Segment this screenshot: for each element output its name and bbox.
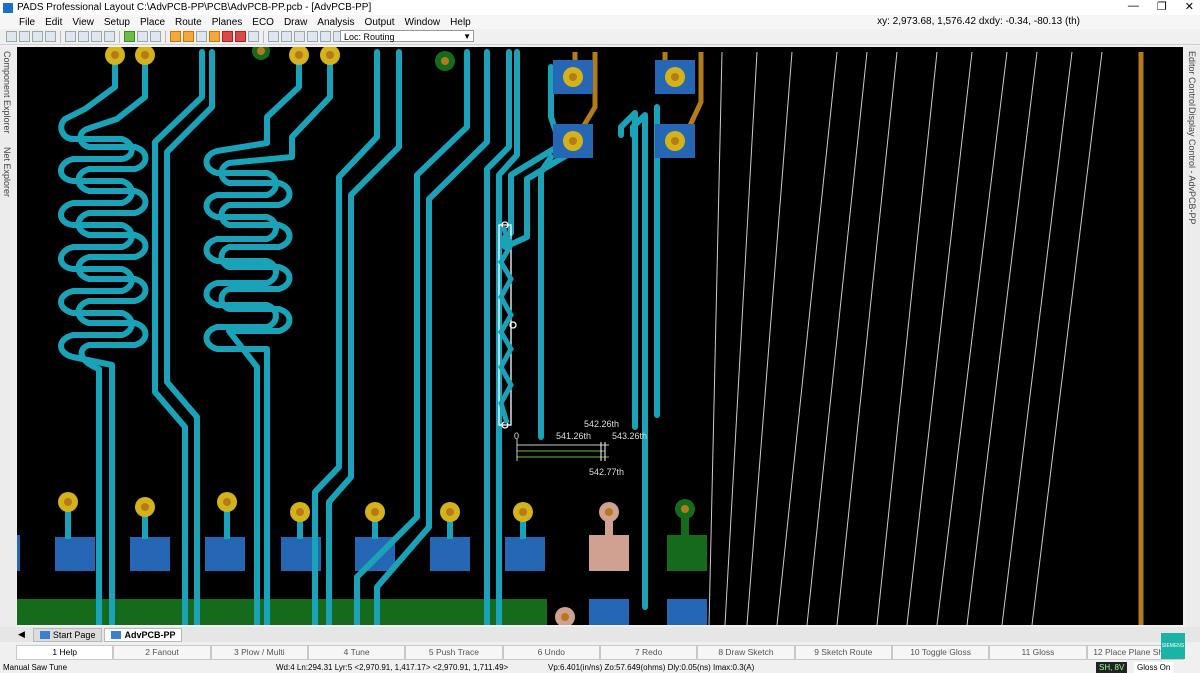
app-icon [3, 2, 13, 13]
print-icon[interactable] [19, 31, 30, 42]
display-control-tab[interactable]: Display Control - AdvPCB-PP [1187, 107, 1197, 225]
menu-eco[interactable]: ECO [247, 17, 279, 28]
zoom-fit-icon[interactable] [294, 31, 305, 42]
menu-file[interactable]: File [14, 17, 40, 28]
toolbar-separator [263, 30, 264, 43]
trace-icon[interactable] [150, 31, 161, 42]
warning-icon[interactable] [209, 31, 220, 42]
fkey-11[interactable]: 11 Gloss [989, 645, 1087, 660]
pcb-canvas[interactable]: 542.26th 541.26th 543.26th 542.77th 0 [17, 47, 1183, 625]
measure-origin: 0 [514, 431, 519, 441]
status-bar: Manual Saw Tune Wd:4 Ln:294.31 Lyr:5 <2,… [0, 662, 1200, 673]
menu-route[interactable]: Route [170, 17, 207, 28]
layer-select[interactable]: Loc: Routing ▼ [340, 30, 474, 42]
chevron-down-icon: ▼ [463, 32, 471, 41]
menu-planes[interactable]: Planes [207, 17, 248, 28]
toolbar-separator [165, 30, 166, 43]
fix-icon[interactable] [235, 31, 246, 42]
toolbar-separator [60, 30, 61, 43]
title-bar: PADS Professional Layout C:\AdvPCB-PP\PC… [0, 0, 1200, 15]
toolbar-separator [119, 30, 120, 43]
measure-icon[interactable] [307, 31, 318, 42]
restore-button[interactable]: ❐ [1157, 0, 1167, 13]
save-icon[interactable] [6, 31, 17, 42]
left-dock: Component Explorer Net Explorer [0, 47, 16, 627]
menu-bar: File Edit View Setup Place Route Planes … [0, 15, 1200, 29]
undo-icon[interactable] [32, 31, 43, 42]
top-pins [105, 47, 455, 71]
status-electrical: Vp:6.401(in/ns) Zo:57.649(ohms) Dly:0.05… [548, 663, 755, 672]
tab-label: Start Page [52, 629, 96, 640]
tab-label: AdvPCB-PP [124, 629, 176, 640]
toolbar: Loc: Routing ▼ [0, 29, 1200, 45]
menu-edit[interactable]: Edit [40, 17, 67, 28]
measure-label-2: 541.26th [556, 431, 591, 441]
hazard-icon[interactable] [248, 31, 259, 42]
filter-icon[interactable] [320, 31, 331, 42]
menu-window[interactable]: Window [400, 17, 446, 28]
fkey-9[interactable]: 9 Sketch Route [794, 645, 892, 660]
net-explorer-tab[interactable]: Net Explorer [2, 147, 12, 197]
measure-label-4: 542.77th [589, 467, 624, 477]
layer-select-value: Loc: Routing [344, 32, 395, 42]
gloss-icon[interactable] [170, 31, 181, 42]
place-icon[interactable] [78, 31, 89, 42]
fkey-6[interactable]: 6 Undo [502, 645, 600, 660]
menu-setup[interactable]: Setup [99, 17, 135, 28]
fkey-4[interactable]: 4 Tune [307, 645, 406, 660]
tab-start-page[interactable]: Start Page [32, 627, 103, 642]
close-button[interactable]: ✕ [1185, 0, 1194, 13]
minimize-button[interactable]: — [1128, 0, 1139, 13]
menu-view[interactable]: View [67, 17, 99, 28]
menu-help[interactable]: Help [445, 17, 476, 28]
document-tabs: ◀ Start Page AdvPCB-PP [0, 627, 1200, 642]
fkey-5[interactable]: 5 Push Trace [405, 645, 503, 660]
redo-icon[interactable] [45, 31, 56, 42]
siemens-logo: SIEMENS [1161, 633, 1185, 659]
tab-scroll-left-icon[interactable]: ◀ [18, 629, 25, 640]
editor-control-tab[interactable]: Editor Control [1187, 51, 1197, 106]
measure-label-1: 542.26th [584, 419, 619, 429]
status-mode: Manual Saw Tune [3, 663, 68, 672]
plow-icon[interactable] [196, 31, 207, 42]
menu-analysis[interactable]: Analysis [312, 17, 359, 28]
right-dock: Editor Control Display Control - AdvPCB-… [1186, 47, 1200, 627]
window-title: PADS Professional Layout C:\AdvPCB-PP\PC… [17, 2, 372, 13]
status-gloss[interactable]: Gloss On [1134, 662, 1174, 673]
zoom-out-icon[interactable] [281, 31, 292, 42]
status-units: SH, 8V [1096, 662, 1128, 673]
function-key-bar: 1 Help 2 Fanout 3 Plow / Multi 4 Tune 5 … [16, 645, 1184, 660]
fkey-8[interactable]: 8 Draw Sketch [697, 645, 795, 660]
tab-advpcb-pp[interactable]: AdvPCB-PP [104, 627, 183, 642]
fanout-icon[interactable] [104, 31, 115, 42]
menu-output[interactable]: Output [360, 17, 400, 28]
measurement-overlay [516, 439, 609, 461]
component-pads [553, 60, 695, 158]
unrouted-lines [708, 51, 1103, 625]
fkey-2[interactable]: 2 Fanout [113, 645, 211, 660]
select-icon[interactable] [65, 31, 76, 42]
route-icon[interactable] [91, 31, 102, 42]
menu-place[interactable]: Place [135, 17, 170, 28]
layer-icon[interactable] [137, 31, 148, 42]
start-page-icon [39, 630, 50, 639]
component-explorer-tab[interactable]: Component Explorer [2, 51, 12, 134]
fkey-7[interactable]: 7 Redo [599, 645, 698, 660]
drc-icon[interactable] [222, 31, 233, 42]
fkey-10[interactable]: 10 Toggle Gloss [891, 645, 990, 660]
grid-icon[interactable] [124, 31, 135, 42]
tune-icon[interactable] [183, 31, 194, 42]
menu-draw[interactable]: Draw [279, 17, 312, 28]
pcb-doc-icon [111, 630, 122, 639]
measure-label-3: 543.26th [612, 431, 647, 441]
status-info: Wd:4 Ln:294.31 Lyr:5 <2,970.91, 1,417.17… [276, 663, 509, 672]
fkey-3[interactable]: 3 Plow / Multi [210, 645, 308, 660]
measurement-labels: 542.26th 541.26th 543.26th 542.77th 0 [514, 419, 647, 477]
coordinate-readout: xy: 2,973.68, 1,576.42 dxdy: -0.34, -80.… [877, 16, 1080, 27]
pcb-drawing[interactable]: 542.26th 541.26th 543.26th 542.77th 0 [17, 47, 1183, 625]
fkey-1[interactable]: 1 Help [16, 645, 114, 660]
zoom-in-icon[interactable] [268, 31, 279, 42]
